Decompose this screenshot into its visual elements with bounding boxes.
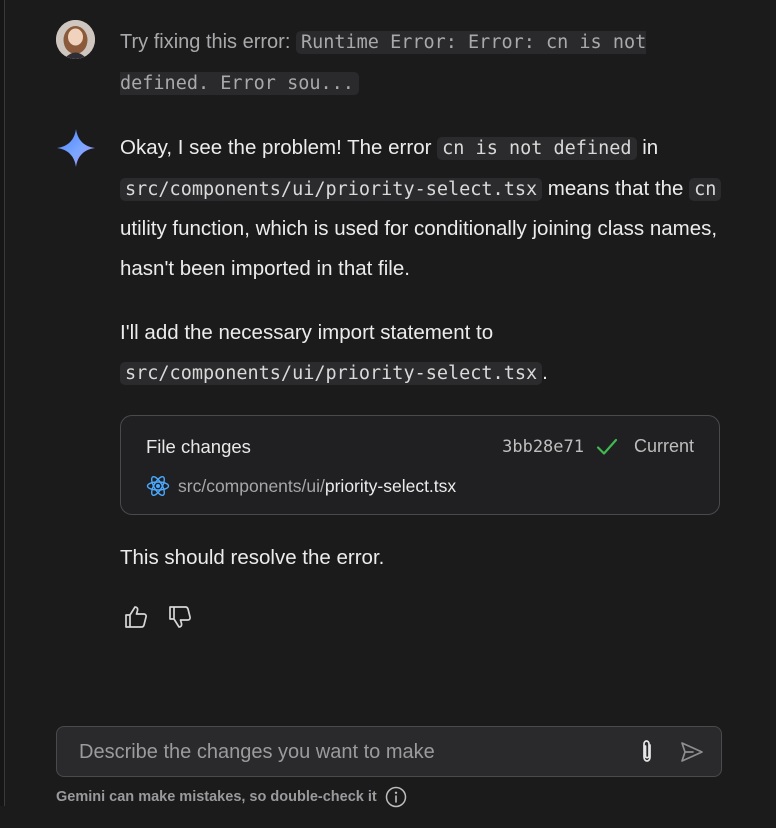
user-message-prefix: Try fixing this error: bbox=[120, 31, 291, 53]
send-icon[interactable] bbox=[679, 739, 705, 765]
answer-text: . bbox=[542, 360, 548, 384]
disclaimer: Gemini can make mistakes, so double-chec… bbox=[56, 786, 407, 808]
answer-text: in bbox=[636, 136, 659, 159]
file-changes-title: File changes bbox=[146, 436, 251, 457]
prompt-input[interactable] bbox=[77, 727, 621, 778]
inline-code: cn is not defined bbox=[437, 137, 637, 160]
prompt-composer bbox=[56, 726, 722, 778]
user-message-text: Try fixing this error: Runtime Error: Er… bbox=[120, 22, 730, 104]
inline-code: src/components/ui/priority-select.tsx bbox=[120, 361, 543, 385]
inline-code: cn bbox=[689, 177, 722, 201]
check-icon bbox=[596, 438, 618, 455]
answer-text: Okay, I see the problem! The error bbox=[120, 136, 438, 159]
file-path-name: priority-select.tsx bbox=[324, 475, 457, 496]
paperclip-icon[interactable] bbox=[635, 739, 659, 765]
react-icon bbox=[146, 475, 170, 497]
assistant-paragraph-2: I'll add the necessary import statement … bbox=[120, 313, 730, 393]
answer-text: means that the bbox=[542, 176, 690, 200]
thumbs-up-icon[interactable] bbox=[122, 603, 150, 631]
left-panel-edge bbox=[0, 0, 5, 806]
closing-text: This should resolve the error. bbox=[120, 546, 385, 569]
version-status: Current bbox=[633, 436, 694, 456]
file-changes-card[interactable]: File changes 3bb28e71 Current src/compon… bbox=[120, 415, 720, 515]
disclaimer-text: Gemini can make mistakes, so double-chec… bbox=[56, 789, 377, 805]
feedback-actions bbox=[122, 603, 194, 631]
file-path-dir: src/components/ui/ bbox=[178, 475, 325, 496]
assistant-message: Okay, I see the problem! The error cn is… bbox=[120, 128, 730, 393]
gemini-spark-icon bbox=[57, 129, 95, 167]
changed-file-link[interactable]: src/components/ui/priority-select.tsx bbox=[146, 474, 456, 498]
answer-text: utility function, which is used for cond… bbox=[120, 217, 718, 281]
answer-text: I'll add the necessary import statement … bbox=[120, 320, 494, 344]
user-avatar bbox=[56, 20, 95, 59]
inline-code: src/components/ui/priority-select.tsx bbox=[120, 177, 543, 201]
info-icon[interactable] bbox=[385, 786, 407, 808]
commit-hash: 3bb28e71 bbox=[502, 437, 584, 457]
assistant-paragraph-1: Okay, I see the problem! The error cn is… bbox=[120, 128, 730, 289]
thumbs-down-icon[interactable] bbox=[166, 603, 194, 631]
